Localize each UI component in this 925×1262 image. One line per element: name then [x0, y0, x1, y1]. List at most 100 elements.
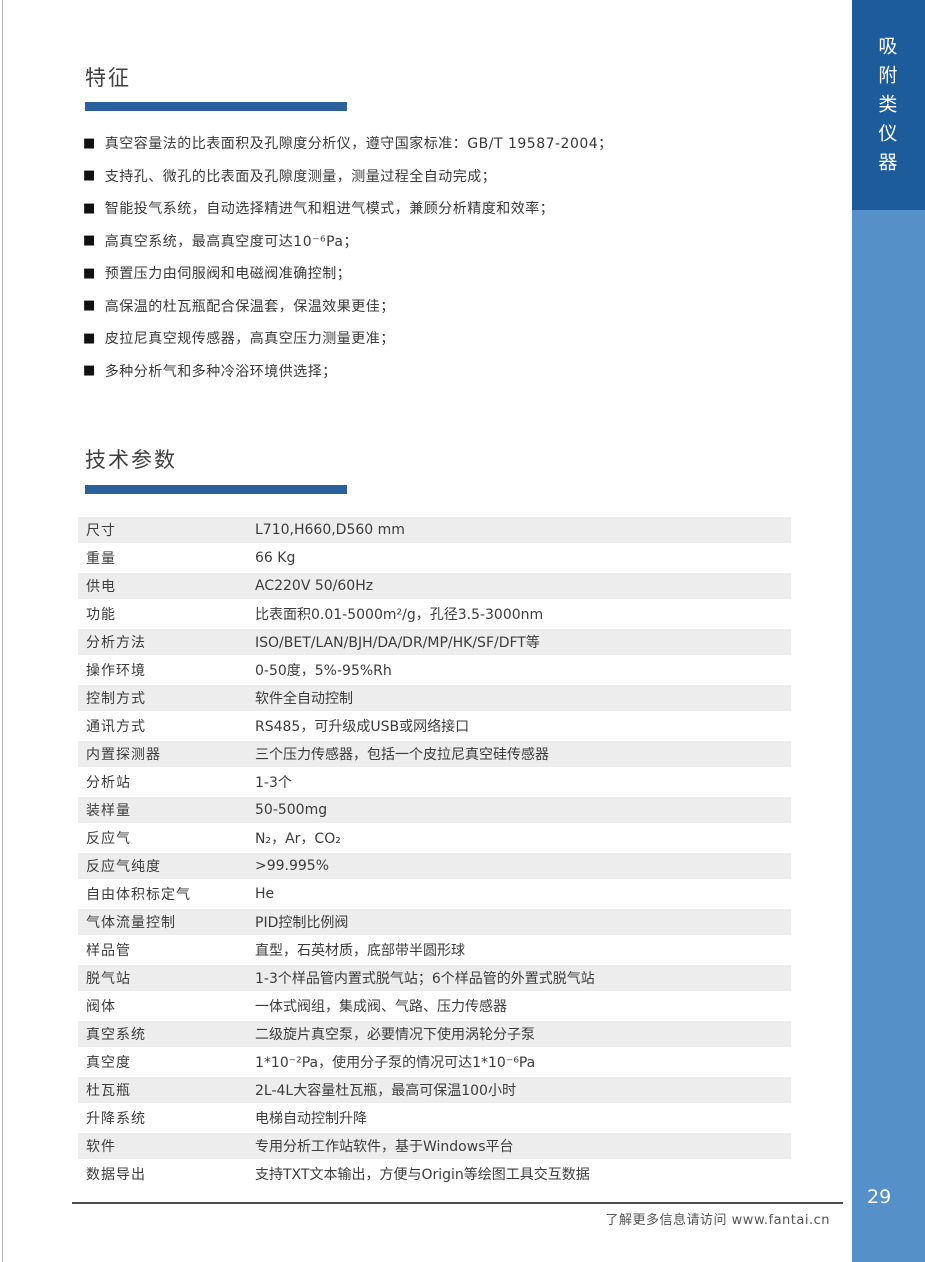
- spec-value: RS485，可升级成USB或网络接口: [255, 716, 791, 736]
- features-title: 特征: [85, 62, 131, 92]
- feature-item: ■ 真空容量法的比表面积及孔隙度分析仪，遵守国家标准：GB/T 19587-20…: [83, 127, 813, 160]
- feature-item: ■ 智能投气系统，自动选择精进气和粗进气模式，兼顾分析精度和效率；: [83, 192, 813, 225]
- accent-bar: [85, 102, 347, 111]
- spec-value: 50-500mg: [255, 802, 791, 818]
- spec-value: 支持TXT文本输出，方便与Origin等绘图工具交互数据: [255, 1164, 791, 1184]
- spec-label: 功能: [78, 604, 255, 624]
- spec-value: PID控制比例阀: [255, 912, 791, 932]
- feature-text: 真空容量法的比表面积及孔隙度分析仪，遵守国家标准：GB/T 19587-2004…: [105, 133, 613, 153]
- table-row: 功能 比表面积0.01-5000m²/g，孔径3.5-3000nm: [78, 601, 791, 629]
- table-row: 通讯方式 RS485，可升级成USB或网络接口: [78, 713, 791, 741]
- spec-value: 二级旋片真空泵，必要情况下使用涡轮分子泵: [255, 1024, 791, 1044]
- table-row: 样品管 直型，石英材质，底部带半圆形球: [78, 937, 791, 965]
- sidebar-vertical-label: 吸附类仪器: [873, 36, 900, 181]
- table-row: 尺寸 L710,H660,D560 mm: [78, 517, 791, 545]
- bullet-icon: ■: [83, 332, 96, 345]
- feature-item: ■ 皮拉尼真空规传感器，高真空压力测量更准；: [83, 322, 813, 355]
- table-row: 控制方式 软件全自动控制: [78, 685, 791, 713]
- specs-table: 尺寸 L710,H660,D560 mm 重量 66 Kg 供电 AC220V …: [78, 517, 791, 1189]
- table-row: 真空度 1*10⁻²Pa，使用分子泵的情况可达1*10⁻⁶Pa: [78, 1049, 791, 1077]
- table-row: 供电 AC220V 50/60Hz: [78, 573, 791, 601]
- spec-label: 内置探测器: [78, 744, 255, 764]
- spec-label: 真空度: [78, 1052, 255, 1072]
- footer-rule: [72, 1202, 843, 1204]
- spec-label: 真空系统: [78, 1024, 255, 1044]
- features-list: ■ 真空容量法的比表面积及孔隙度分析仪，遵守国家标准：GB/T 19587-20…: [83, 127, 813, 387]
- spec-label: 控制方式: [78, 688, 255, 708]
- feature-item: ■ 支持孔、微孔的比表面及孔隙度测量，测量过程全自动完成；: [83, 160, 813, 193]
- spec-value: 2L-4L大容量杜瓦瓶，最高可保温100小时: [255, 1080, 791, 1100]
- bullet-icon: ■: [83, 234, 96, 247]
- bullet-icon: ■: [83, 267, 96, 280]
- table-row: 升降系统 电梯自动控制升降: [78, 1105, 791, 1133]
- table-row: 分析方法 ISO/BET/LAN/BJH/DA/DR/MP/HK/SF/DFT等: [78, 629, 791, 657]
- spec-value: AC220V 50/60Hz: [255, 578, 791, 594]
- sidebar-tab: 吸附类仪器 29: [852, 0, 925, 1262]
- footer-note: 了解更多信息请访问 www.fantai.cn: [72, 1209, 830, 1228]
- spec-label: 供电: [78, 576, 255, 596]
- feature-item: ■ 高真空系统，最高真空度可达10⁻⁶Pa；: [83, 225, 813, 258]
- feature-text: 预置压力由伺服阀和电磁阀准确控制；: [105, 263, 352, 283]
- spec-value: L710,H660,D560 mm: [255, 522, 791, 538]
- spec-value: >99.995%: [255, 858, 791, 874]
- spec-value: N₂，Ar，CO₂: [255, 828, 791, 848]
- spec-value: 三个压力传感器，包括一个皮拉尼真空硅传感器: [255, 744, 791, 764]
- table-row: 脱气站 1-3个样品管内置式脱气站；6个样品管的外置式脱气站: [78, 965, 791, 993]
- feature-text: 多种分析气和多种冷浴环境供选择；: [105, 361, 337, 381]
- table-row: 反应气纯度 >99.995%: [78, 853, 791, 881]
- spec-value: 专用分析工作站软件，基于Windows平台: [255, 1136, 791, 1156]
- spec-label: 脱气站: [78, 968, 255, 988]
- spec-label: 软件: [78, 1136, 255, 1156]
- specs-title: 技术参数: [85, 444, 177, 474]
- spec-label: 反应气: [78, 828, 255, 848]
- spec-value: He: [255, 886, 791, 902]
- spec-value: 66 Kg: [255, 550, 791, 566]
- table-row: 杜瓦瓶 2L-4L大容量杜瓦瓶，最高可保温100小时: [78, 1077, 791, 1105]
- table-row: 重量 66 Kg: [78, 545, 791, 573]
- spec-label: 自由体积标定气: [78, 884, 255, 904]
- spec-label: 数据导出: [78, 1164, 255, 1184]
- spec-label: 通讯方式: [78, 716, 255, 736]
- spec-label: 分析方法: [78, 632, 255, 652]
- bullet-icon: ■: [83, 169, 96, 182]
- feature-text: 皮拉尼真空规传感器，高真空压力测量更准；: [105, 328, 395, 348]
- table-row: 自由体积标定气 He: [78, 881, 791, 909]
- feature-text: 高真空系统，最高真空度可达10⁻⁶Pa；: [105, 231, 358, 251]
- spec-label: 样品管: [78, 940, 255, 960]
- feature-item: ■ 预置压力由伺服阀和电磁阀准确控制；: [83, 257, 813, 290]
- feature-text: 支持孔、微孔的比表面及孔隙度测量，测量过程全自动完成；: [105, 166, 497, 186]
- spec-value: 软件全自动控制: [255, 688, 791, 708]
- table-row: 软件 专用分析工作站软件，基于Windows平台: [78, 1133, 791, 1161]
- spec-value: 1-3个: [255, 772, 791, 792]
- spec-label: 阀体: [78, 996, 255, 1016]
- feature-text: 高保温的杜瓦瓶配合保温套，保温效果更佳；: [105, 296, 395, 316]
- page-number: 29: [867, 1186, 891, 1208]
- table-row: 装样量 50-500mg: [78, 797, 791, 825]
- left-edge-rule: [2, 0, 3, 1262]
- table-row: 数据导出 支持TXT文本输出，方便与Origin等绘图工具交互数据: [78, 1161, 791, 1189]
- table-row: 内置探测器 三个压力传感器，包括一个皮拉尼真空硅传感器: [78, 741, 791, 769]
- bullet-icon: ■: [83, 364, 96, 377]
- spec-label: 重量: [78, 548, 255, 568]
- spec-value: 直型，石英材质，底部带半圆形球: [255, 940, 791, 960]
- table-row: 分析站 1-3个: [78, 769, 791, 797]
- spec-label: 反应气纯度: [78, 856, 255, 876]
- table-row: 气体流量控制 PID控制比例阀: [78, 909, 791, 937]
- table-row: 操作环境 0-50度，5%-95%Rh: [78, 657, 791, 685]
- spec-value: ISO/BET/LAN/BJH/DA/DR/MP/HK/SF/DFT等: [255, 632, 791, 652]
- feature-text: 智能投气系统，自动选择精进气和粗进气模式，兼顾分析精度和效率；: [105, 198, 555, 218]
- table-row: 反应气 N₂，Ar，CO₂: [78, 825, 791, 853]
- spec-label: 尺寸: [78, 520, 255, 540]
- spec-value: 比表面积0.01-5000m²/g，孔径3.5-3000nm: [255, 604, 791, 624]
- spec-label: 杜瓦瓶: [78, 1080, 255, 1100]
- spec-label: 升降系统: [78, 1108, 255, 1128]
- sidebar-dark-band: 吸附类仪器: [852, 0, 925, 210]
- sidebar-light-band: 29: [852, 210, 925, 1262]
- bullet-icon: ■: [83, 299, 96, 312]
- bullet-icon: ■: [83, 202, 96, 215]
- spec-value: 电梯自动控制升降: [255, 1108, 791, 1128]
- table-row: 阀体 一体式阀组，集成阀、气路、压力传感器: [78, 993, 791, 1021]
- spec-label: 操作环境: [78, 660, 255, 680]
- spec-value: 0-50度，5%-95%Rh: [255, 660, 791, 680]
- spec-label: 分析站: [78, 772, 255, 792]
